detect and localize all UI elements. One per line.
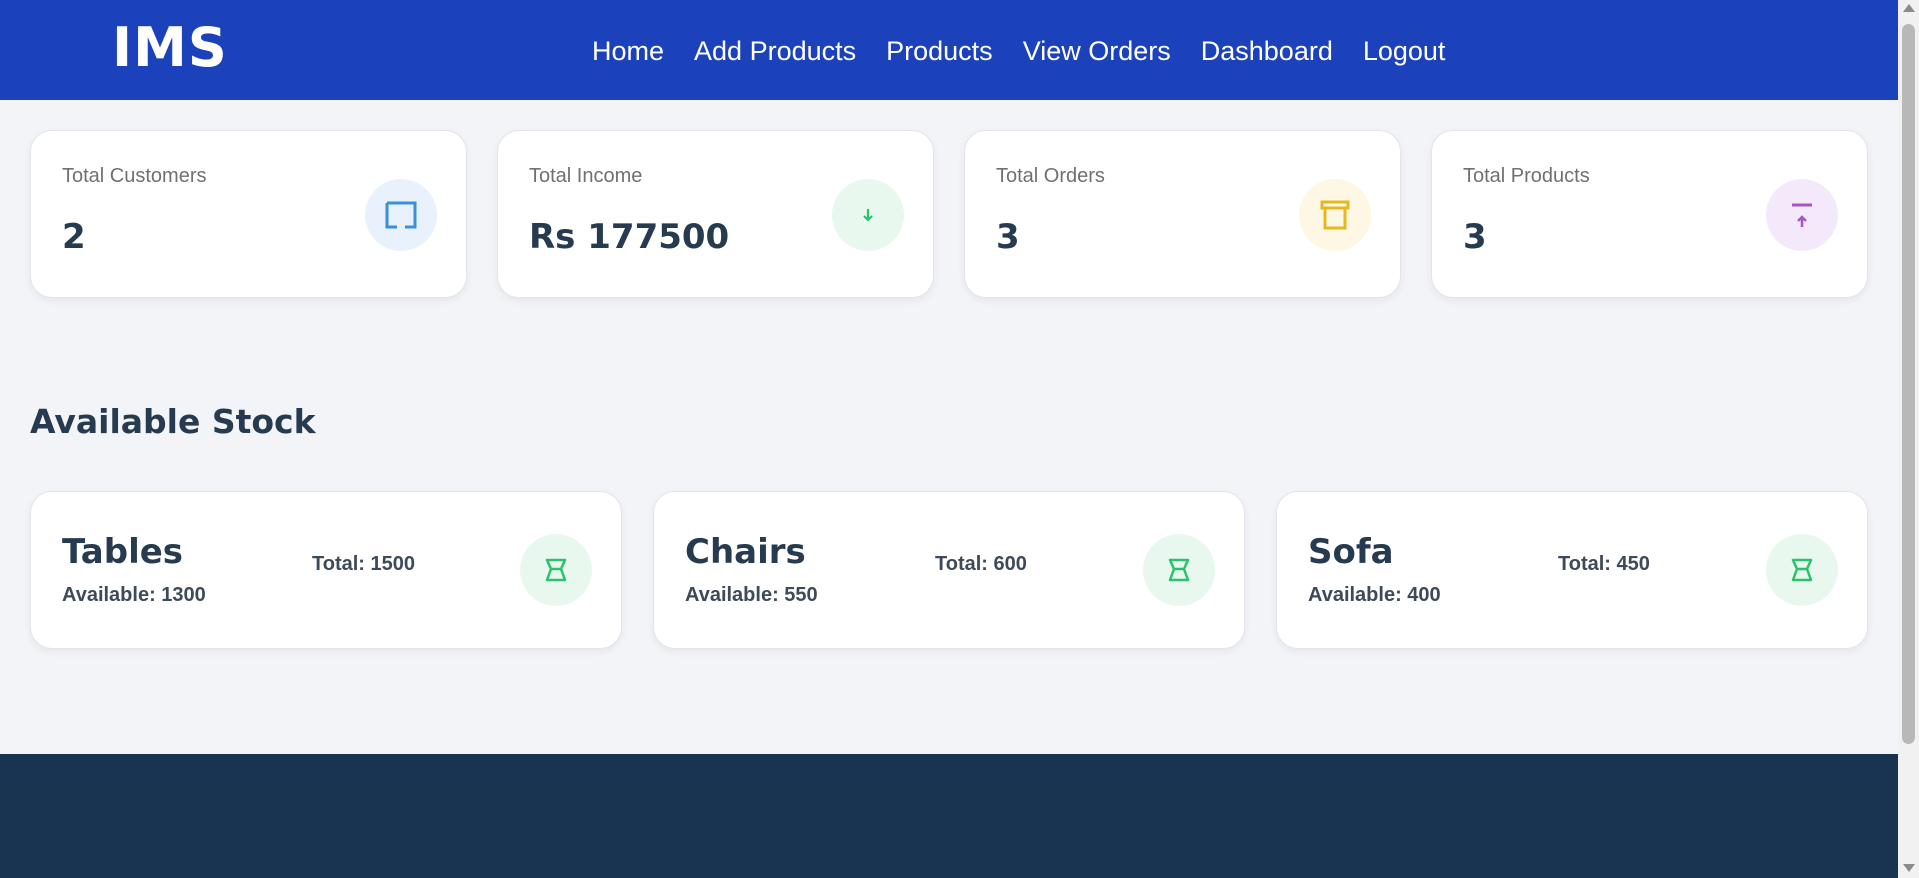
stock-total: Total: 1500 <box>312 553 415 575</box>
stat-value: Rs 177500 <box>529 217 730 257</box>
stat-value: 3 <box>996 217 1020 257</box>
stat-card-total-products: Total Products 3 <box>1431 130 1868 298</box>
stat-label: Total Customers <box>62 165 207 187</box>
scroll-down-arrow-icon[interactable] <box>1903 864 1915 872</box>
square-outline-icon <box>365 179 437 251</box>
stock-name: Tables <box>62 532 184 572</box>
stock-name: Sofa <box>1308 532 1394 572</box>
nav-links: Home Add Products Products View Orders D… <box>592 34 1475 68</box>
scroll-up-arrow-icon[interactable] <box>1903 4 1915 12</box>
stat-label: Total Products <box>1463 165 1590 187</box>
stock-name: Chairs <box>685 532 806 572</box>
stat-value: 2 <box>62 217 86 257</box>
stat-label: Total Orders <box>996 165 1105 187</box>
stock-available: Available: 550 <box>685 584 818 606</box>
stock-row: Tables Available: 1300 Total: 1500 Chair… <box>30 491 1868 649</box>
section-title-available-stock: Available Stock <box>30 402 316 441</box>
upload-icon <box>1766 179 1838 251</box>
nav-link-view-orders[interactable]: View Orders <box>1023 34 1171 68</box>
scroll-thumb[interactable] <box>1902 24 1915 744</box>
nav-link-home[interactable]: Home <box>592 34 664 68</box>
stock-card-sofa: Sofa Available: 400 Total: 450 <box>1276 491 1868 649</box>
scrollbar[interactable] <box>1898 0 1919 878</box>
stock-total: Total: 600 <box>935 553 1027 575</box>
navbar: IMS Home Add Products Products View Orde… <box>0 0 1898 100</box>
stat-label: Total Income <box>529 165 643 187</box>
stock-card-chairs: Chairs Available: 550 Total: 600 <box>653 491 1245 649</box>
stat-card-total-orders: Total Orders 3 <box>964 130 1401 298</box>
stats-row: Total Customers 2 Total Income Rs 177500… <box>30 130 1868 298</box>
stat-card-total-customers: Total Customers 2 <box>30 130 467 298</box>
logo[interactable]: IMS <box>112 16 228 80</box>
stock-total: Total: 450 <box>1558 553 1650 575</box>
stock-available: Available: 1300 <box>62 584 206 606</box>
nav-link-logout[interactable]: Logout <box>1363 34 1446 68</box>
archive-box-icon <box>1299 179 1371 251</box>
nav-link-products[interactable]: Products <box>886 34 993 68</box>
basket-icon <box>1766 534 1838 606</box>
nav-link-add-products[interactable]: Add Products <box>694 34 856 68</box>
stat-value: 3 <box>1463 217 1487 257</box>
footer <box>0 754 1898 878</box>
basket-icon <box>520 534 592 606</box>
stat-card-total-income: Total Income Rs 177500 <box>497 130 934 298</box>
stock-card-tables: Tables Available: 1300 Total: 1500 <box>30 491 622 649</box>
nav-link-dashboard[interactable]: Dashboard <box>1201 34 1333 68</box>
stock-available: Available: 400 <box>1308 584 1441 606</box>
arrow-down-icon <box>832 179 904 251</box>
basket-icon <box>1143 534 1215 606</box>
